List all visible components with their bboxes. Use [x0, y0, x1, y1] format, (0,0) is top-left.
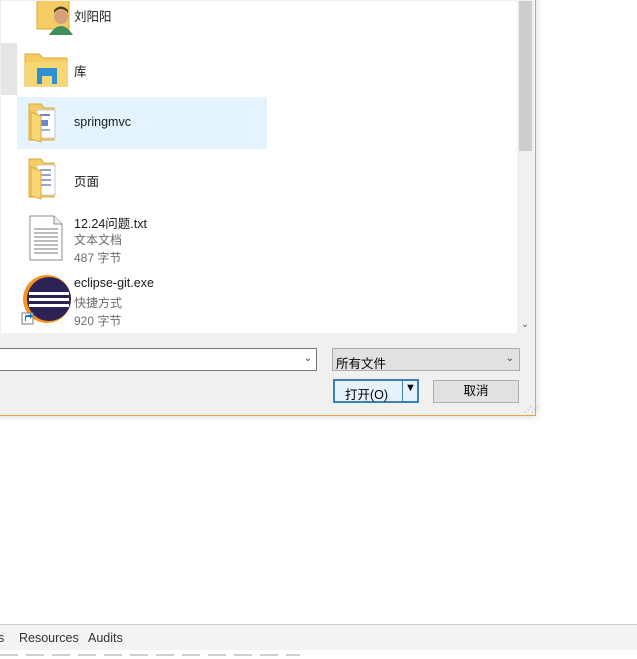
tab-resources[interactable]: Resources — [19, 631, 79, 645]
library-folder-icon — [24, 53, 68, 87]
open-button-label: 打开(O) — [345, 388, 389, 402]
cancel-button[interactable]: 取消 — [433, 380, 519, 403]
user-folder-icon — [36, 1, 73, 35]
scrollbar-thumb[interactable] — [519, 1, 532, 151]
chevron-down-icon: ⌄ — [505, 353, 514, 364]
filename-input[interactable]: ⌄ — [0, 348, 317, 371]
resize-grip-icon[interactable]: ⋰⋰ — [524, 405, 539, 414]
truncated-content — [0, 654, 300, 656]
filter-value: 所有文件 — [336, 357, 387, 371]
folder-icon — [28, 158, 56, 200]
tab-partial[interactable]: s — [0, 631, 4, 645]
file-name: 库 — [74, 65, 87, 79]
file-item-exe[interactable]: eclipse-git.exe 快捷方式 920 字节 — [17, 271, 267, 331]
file-item-txt[interactable]: 12.24问题.txt 文本文档 487 字节 — [17, 209, 267, 265]
scroll-down-arrow-icon[interactable]: ⌄ — [519, 319, 531, 331]
tab-audits[interactable]: Audits — [88, 631, 123, 645]
text-file-icon — [29, 215, 63, 261]
eclipse-shortcut-icon — [21, 275, 71, 325]
file-item-user[interactable]: 刘阳阳 — [17, 1, 267, 41]
file-type-filter-select[interactable]: 所有文件 ⌄ — [332, 348, 520, 371]
file-name: springmvc — [74, 115, 131, 129]
file-name: 12.24问题.txt — [74, 217, 147, 231]
file-type: 文本文档 — [74, 233, 123, 247]
file-item-pages[interactable]: 页面 — [17, 153, 267, 205]
file-name: 刘阳阳 — [74, 10, 112, 24]
vertical-scrollbar[interactable]: ⌄ — [517, 1, 533, 333]
split-divider — [402, 381, 403, 401]
file-name: 页面 — [74, 175, 100, 189]
nav-pane-stub — [1, 43, 17, 95]
file-item-springmvc[interactable]: springmvc — [17, 97, 267, 149]
open-button[interactable]: 打开(O) ▼ — [333, 379, 419, 403]
file-open-dialog: 刘阳阳 库 springmvc 页面 12.24问题.txt 文本文档 487 … — [0, 0, 539, 416]
folder-icon — [28, 103, 56, 143]
file-size: 487 字节 — [74, 251, 122, 265]
file-type: 快捷方式 — [74, 296, 123, 310]
file-size: 920 字节 — [74, 314, 122, 328]
file-name: eclipse-git.exe — [74, 276, 154, 290]
devtools-content-strip — [0, 650, 637, 659]
file-list[interactable]: 刘阳阳 库 springmvc 页面 12.24问题.txt 文本文档 487 … — [1, 1, 517, 333]
dropdown-arrow-icon[interactable]: ▼ — [405, 382, 416, 394]
chevron-down-icon[interactable]: ⌄ — [304, 353, 312, 364]
devtools-tab-bar: s Resources Audits — [0, 624, 637, 650]
file-item-library[interactable]: 库 — [17, 43, 267, 95]
